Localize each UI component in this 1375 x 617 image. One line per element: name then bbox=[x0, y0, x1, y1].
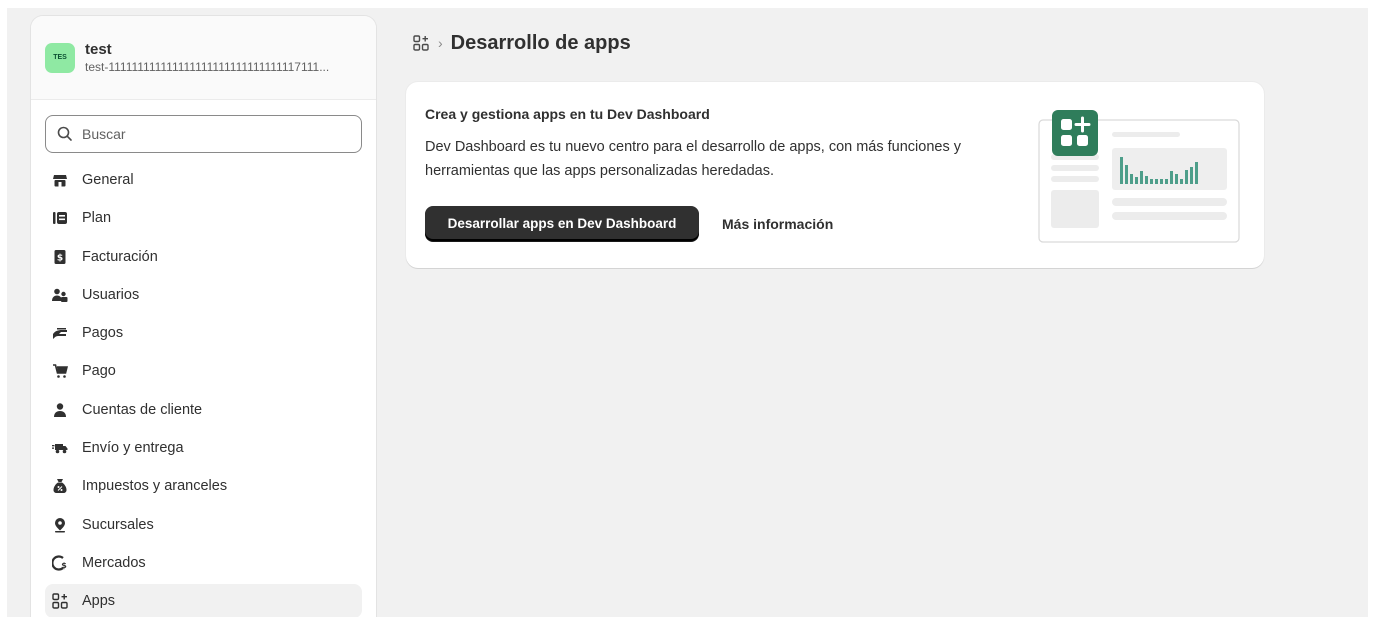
sidebar-item-label: Pagos bbox=[82, 325, 124, 342]
sidebar-item-label: General bbox=[82, 172, 134, 188]
build-apps-dev-dashboard-button[interactable]: Desarrollar apps en Dev Dashboard bbox=[425, 206, 699, 241]
location-pin-icon bbox=[52, 517, 68, 533]
search-icon bbox=[56, 125, 74, 143]
settings-nav: General Plan $ Facturación Usuarios Pago… bbox=[31, 163, 376, 617]
person-icon bbox=[52, 402, 68, 418]
sidebar-item-label: Envío y entrega bbox=[82, 440, 184, 457]
sidebar-item-general[interactable]: General bbox=[45, 163, 362, 197]
learn-more-link[interactable]: Más información bbox=[718, 206, 837, 241]
payments-icon bbox=[52, 325, 68, 341]
svg-text:$: $ bbox=[61, 561, 67, 570]
billing-icon: $ bbox=[52, 249, 68, 265]
dev-dashboard-card: Crea y gestiona apps en tu Dev Dashboard… bbox=[406, 82, 1264, 268]
globe-currency-icon: $ bbox=[52, 555, 68, 571]
breadcrumb: › Desarrollo de apps bbox=[412, 30, 631, 56]
card-description: Dev Dashboard es tu nuevo centro para el… bbox=[425, 139, 962, 179]
store-name: test bbox=[85, 40, 112, 58]
sidebar-item-payments[interactable]: Pagos bbox=[45, 316, 362, 350]
settings-sidebar: TES test test-11111111111111111111111111… bbox=[31, 16, 376, 617]
apps-icon bbox=[52, 593, 68, 609]
sidebar-item-label: Usuarios bbox=[82, 286, 140, 303]
sidebar-item-locations[interactable]: Sucursales bbox=[45, 508, 362, 542]
sidebar-item-label: Facturación bbox=[82, 248, 158, 265]
sidebar-item-billing[interactable]: $ Facturación bbox=[45, 240, 362, 274]
dashboard-illustration bbox=[1036, 108, 1242, 248]
sidebar-item-markets[interactable]: $ Mercados bbox=[45, 546, 362, 580]
sidebar-item-customer-accounts[interactable]: Cuentas de cliente bbox=[45, 393, 362, 427]
sidebar-item-apps[interactable]: Apps bbox=[45, 584, 362, 617]
svg-text:$: $ bbox=[57, 253, 63, 263]
sidebar-item-label: Apps bbox=[82, 593, 116, 610]
sidebar-item-shipping[interactable]: Envío y entrega bbox=[45, 431, 362, 465]
sidebar-item-label: Sucursales bbox=[82, 516, 154, 533]
sidebar-item-taxes[interactable]: Impuestos y aranceles bbox=[45, 469, 362, 503]
search-input[interactable] bbox=[82, 126, 342, 142]
users-icon bbox=[52, 287, 68, 303]
chevron-right-icon: › bbox=[438, 35, 443, 51]
delivery-truck-icon bbox=[52, 440, 68, 456]
sidebar-item-label: Mercados bbox=[82, 554, 146, 571]
store-switcher[interactable]: TES test test-11111111111111111111111111… bbox=[31, 16, 376, 100]
store-meta: test test-111111111111111111111111111111… bbox=[85, 41, 362, 75]
apps-icon[interactable] bbox=[412, 34, 430, 52]
store-domain: test-11111111111111111111111111111111711… bbox=[85, 59, 330, 74]
plan-icon bbox=[52, 210, 68, 226]
checkout-cart-icon bbox=[52, 363, 68, 379]
sidebar-item-label: Plan bbox=[82, 210, 112, 227]
store-icon bbox=[52, 172, 68, 188]
store-avatar: TES bbox=[45, 42, 75, 73]
app-frame: TES test test-11111111111111111111111111… bbox=[7, 8, 1368, 617]
sidebar-item-plan[interactable]: Plan bbox=[45, 201, 362, 235]
page-title: Desarrollo de apps bbox=[450, 31, 631, 54]
sidebar-item-label: Pago bbox=[82, 363, 116, 380]
sidebar-item-users[interactable]: Usuarios bbox=[45, 278, 362, 312]
search-box[interactable] bbox=[45, 115, 362, 153]
sidebar-item-label: Impuestos y aranceles bbox=[82, 478, 228, 495]
card-title: Crea y gestiona apps en tu Dev Dashboard bbox=[425, 106, 710, 122]
tax-bag-icon bbox=[52, 478, 68, 494]
sidebar-item-checkout[interactable]: Pago bbox=[45, 354, 362, 388]
sidebar-item-label: Cuentas de cliente bbox=[82, 401, 203, 418]
